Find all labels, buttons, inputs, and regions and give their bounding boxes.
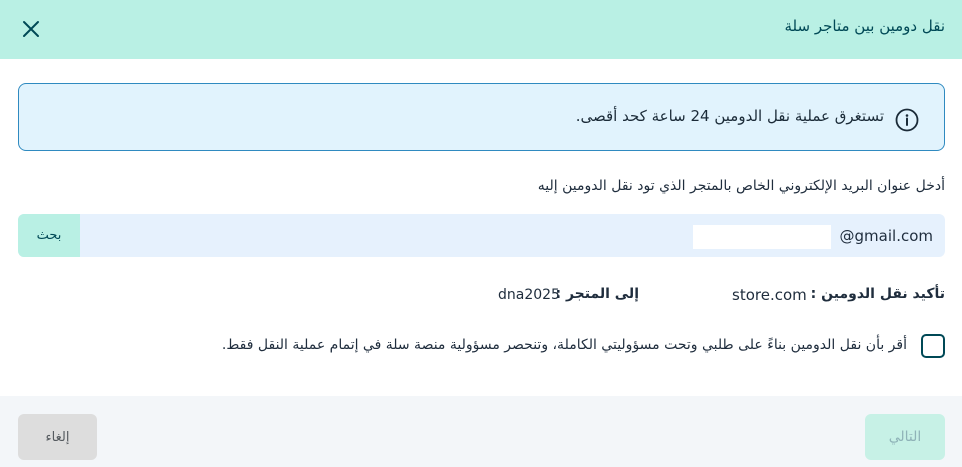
acknowledge-checkbox[interactable] xyxy=(921,334,945,358)
close-icon xyxy=(23,21,39,37)
close-button[interactable] xyxy=(20,18,42,40)
confirm-transfer-label: تأكيد نقل الدومين : xyxy=(810,286,945,302)
email-field-label: أدخل عنوان البريد الإلكتروني الخاص بالمت… xyxy=(537,178,945,194)
search-button[interactable]: بحث xyxy=(18,214,80,257)
dialog-title: نقل دومين بين متاجر سلة xyxy=(784,17,945,35)
dialog-footer: إلغاء التالي xyxy=(0,396,962,467)
target-store-label: إلى المتجر : xyxy=(555,286,639,302)
next-button[interactable]: التالي xyxy=(865,414,945,460)
cancel-button[interactable]: إلغاء xyxy=(18,414,97,460)
info-banner: تستغرق عملية نقل الدومين 24 ساعة كحد أقص… xyxy=(18,83,945,151)
info-icon xyxy=(895,108,919,132)
acknowledge-text: أقر بأن نقل الدومين بناءً على طلبي وتحت … xyxy=(221,337,907,353)
source-domain: store.com xyxy=(732,286,807,304)
target-store-name: dna2025 xyxy=(498,287,560,303)
info-message: تستغرق عملية نقل الدومين 24 ساعة كحد أقص… xyxy=(575,107,884,125)
redacted-email-part xyxy=(693,225,831,249)
dialog-header: نقل دومين بين متاجر سلة xyxy=(0,0,962,59)
